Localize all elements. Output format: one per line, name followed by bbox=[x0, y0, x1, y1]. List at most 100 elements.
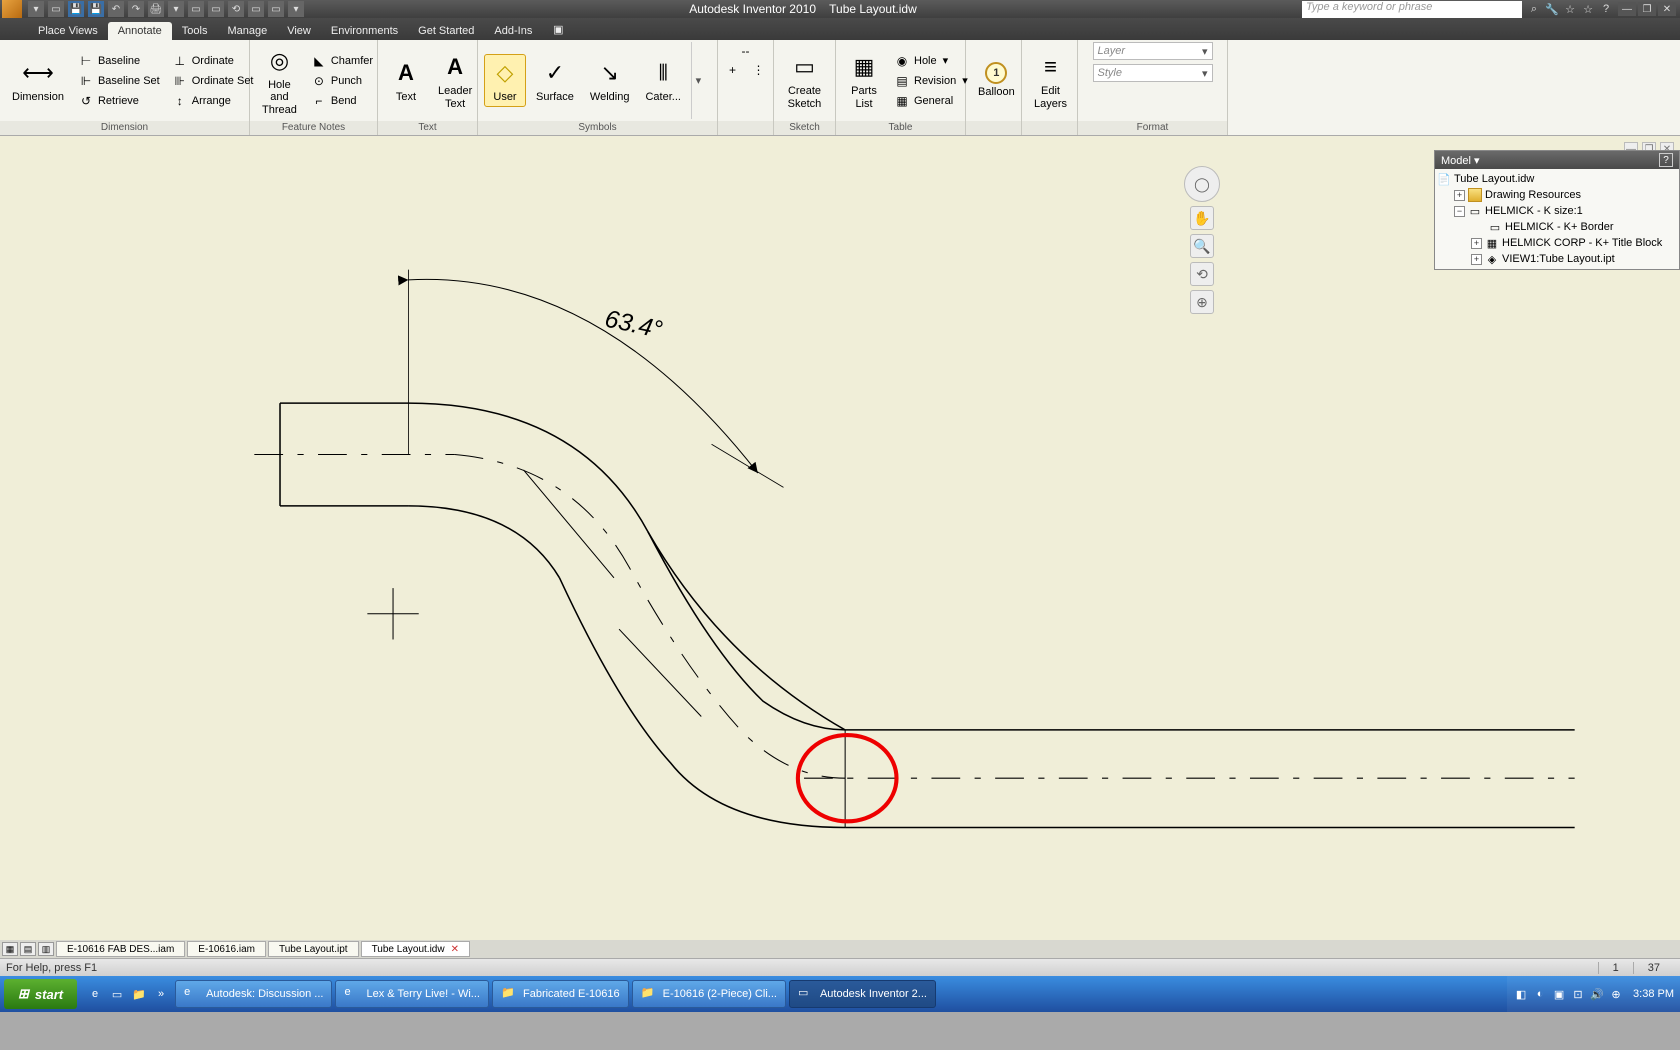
symbols-expand[interactable]: ▾ bbox=[691, 42, 705, 119]
qat-save2-icon[interactable]: 💾 bbox=[88, 1, 104, 17]
ql-desktop-icon[interactable]: ▭ bbox=[107, 982, 127, 1006]
tab-get-started[interactable]: Get Started bbox=[408, 22, 484, 40]
qat-open-icon[interactable]: ▭ bbox=[48, 1, 64, 17]
tray-3-icon[interactable]: ▣ bbox=[1551, 986, 1567, 1002]
tab-tools[interactable]: Tools bbox=[172, 22, 218, 40]
welding-button[interactable]: ↘Welding bbox=[584, 55, 636, 105]
ql-ie-icon[interactable]: e bbox=[85, 982, 105, 1006]
key-icon[interactable]: 🔧 bbox=[1544, 1, 1560, 17]
tray-6-icon[interactable]: ⊕ bbox=[1608, 986, 1624, 1002]
search-input[interactable]: Type a keyword or phrase bbox=[1302, 1, 1522, 18]
tree-drawing-resources[interactable]: Drawing Resources bbox=[1485, 189, 1581, 201]
viewcube-icon[interactable]: ◯ bbox=[1184, 166, 1220, 202]
hole-table-button[interactable]: ◉Hole▾ bbox=[890, 52, 972, 70]
point-button[interactable]: -- bbox=[734, 42, 758, 60]
task-e10616[interactable]: 📁E-10616 (2-Piece) Cli... bbox=[632, 980, 786, 1008]
qat-misc1-icon[interactable]: ▭ bbox=[188, 1, 204, 17]
start-button[interactable]: ⊞start bbox=[4, 979, 77, 1009]
ordinate-button[interactable]: ⊥Ordinate bbox=[168, 52, 258, 70]
create-sketch-button[interactable]: ▭Create Sketch bbox=[780, 49, 829, 111]
ribbon-help-icon[interactable]: ▣ bbox=[550, 21, 566, 37]
tray-2-icon[interactable]: ◐ bbox=[1532, 986, 1548, 1002]
chamfer-button[interactable]: ◣Chamfer bbox=[307, 52, 377, 70]
ordinate-set-button[interactable]: ⊪Ordinate Set bbox=[168, 72, 258, 90]
binoculars-icon[interactable]: ⌕ bbox=[1526, 1, 1542, 17]
model-tree[interactable]: 📄Tube Layout.idw +Drawing Resources −▭HE… bbox=[1435, 169, 1679, 269]
tray-5-icon[interactable]: 🔊 bbox=[1589, 986, 1605, 1002]
close-doc-icon[interactable]: ✕ bbox=[451, 944, 459, 955]
dimension-button[interactable]: ⟷ Dimension bbox=[6, 55, 70, 105]
bend-button[interactable]: ⌐Bend bbox=[307, 92, 377, 110]
edit-layers-button[interactable]: ≡Edit Layers bbox=[1028, 49, 1073, 111]
center-mark-button[interactable]: + bbox=[721, 61, 745, 79]
centerline-button[interactable]: ⋮ bbox=[747, 61, 771, 79]
caterpillar-button[interactable]: ⦀Cater... bbox=[639, 55, 686, 105]
qat-save-icon[interactable]: 💾 bbox=[68, 1, 84, 17]
layer-dropdown[interactable]: Layer bbox=[1093, 42, 1213, 60]
doc-tab-0[interactable]: E-10616 FAB DES...iam bbox=[56, 941, 185, 957]
minimize-button[interactable]: — bbox=[1618, 2, 1636, 16]
tab-manage[interactable]: Manage bbox=[217, 22, 277, 40]
tree-titleblock[interactable]: HELMICK CORP - K+ Title Block bbox=[1502, 237, 1662, 249]
qat-print-icon[interactable]: 🖨 bbox=[148, 1, 164, 17]
baseline-button[interactable]: ⊢Baseline bbox=[74, 52, 164, 70]
view-mode-1[interactable]: ▦ bbox=[2, 942, 18, 956]
tab-add-ins[interactable]: Add-Ins bbox=[484, 22, 542, 40]
task-inventor[interactable]: ▭Autodesk Inventor 2... bbox=[789, 980, 936, 1008]
doc-tab-3[interactable]: Tube Layout.idw✕ bbox=[361, 941, 470, 957]
hole-thread-button[interactable]: ◎ Hole and Thread bbox=[256, 43, 303, 117]
qat-more-icon[interactable]: ▾ bbox=[288, 1, 304, 17]
app-icon[interactable] bbox=[2, 0, 22, 18]
help-icon[interactable]: ? bbox=[1598, 1, 1614, 17]
qat-misc5-icon[interactable]: ▭ bbox=[268, 1, 284, 17]
doc-tab-1[interactable]: E-10616.iam bbox=[187, 941, 266, 957]
user-symbol-button[interactable]: ◇User bbox=[484, 54, 526, 106]
view-mode-2[interactable]: ▤ bbox=[20, 942, 36, 956]
task-lex-terry[interactable]: eLex & Terry Live! - Wi... bbox=[335, 980, 489, 1008]
tray-4-icon[interactable]: ⊡ bbox=[1570, 986, 1586, 1002]
zoom-icon[interactable]: 🔍 bbox=[1190, 234, 1214, 258]
tree-view1[interactable]: VIEW1:Tube Layout.ipt bbox=[1502, 253, 1615, 265]
close-button[interactable]: ✕ bbox=[1658, 2, 1676, 16]
tab-environments[interactable]: Environments bbox=[321, 22, 408, 40]
leader-text-button[interactable]: ALeader Text bbox=[432, 49, 478, 111]
qat-misc4-icon[interactable]: ▭ bbox=[248, 1, 264, 17]
qat-misc3-icon[interactable]: ⟲ bbox=[228, 1, 244, 17]
doc-tab-2[interactable]: Tube Layout.ipt bbox=[268, 941, 359, 957]
task-autodesk-discussion[interactable]: eAutodesk: Discussion ... bbox=[175, 980, 332, 1008]
star2-icon[interactable]: ☆ bbox=[1580, 1, 1596, 17]
qat-redo-icon[interactable]: ↷ bbox=[128, 1, 144, 17]
model-panel-help[interactable]: ? bbox=[1659, 153, 1673, 167]
tray-1-icon[interactable]: ◧ bbox=[1513, 986, 1529, 1002]
ql-explorer-icon[interactable]: 📁 bbox=[129, 982, 149, 1006]
tree-border[interactable]: HELMICK - K+ Border bbox=[1505, 221, 1614, 233]
arrange-button[interactable]: ↕Arrange bbox=[168, 92, 258, 110]
task-fabricated[interactable]: 📁Fabricated E-10616 bbox=[492, 980, 629, 1008]
surface-button[interactable]: ✓Surface bbox=[530, 55, 580, 105]
tab-annotate[interactable]: Annotate bbox=[108, 22, 172, 40]
tab-place-views[interactable]: Place Views bbox=[28, 22, 108, 40]
general-button[interactable]: ▦General bbox=[890, 92, 972, 110]
view-mode-3[interactable]: ▥ bbox=[38, 942, 54, 956]
style-dropdown[interactable]: Style bbox=[1093, 64, 1213, 82]
revision-button[interactable]: ▤Revision▾ bbox=[890, 72, 972, 90]
orbit-icon[interactable]: ⟲ bbox=[1190, 262, 1214, 286]
retrieve-button[interactable]: ↺Retrieve bbox=[74, 92, 164, 110]
parts-list-button[interactable]: ▦Parts List bbox=[842, 49, 886, 111]
balloon-button[interactable]: 1Balloon bbox=[972, 60, 1021, 100]
restore-button[interactable]: ❐ bbox=[1638, 2, 1656, 16]
star-icon[interactable]: ☆ bbox=[1562, 1, 1578, 17]
ql-more-icon[interactable]: » bbox=[151, 982, 171, 1006]
qat-misc2-icon[interactable]: ▭ bbox=[208, 1, 224, 17]
text-button[interactable]: AText bbox=[384, 55, 428, 105]
drawing-canvas[interactable]: — ❐ ✕ bbox=[0, 136, 1680, 958]
qat-undo-icon[interactable]: ↶ bbox=[108, 1, 124, 17]
tab-view[interactable]: View bbox=[277, 22, 321, 40]
pan-icon[interactable]: ✋ bbox=[1190, 206, 1214, 230]
punch-button[interactable]: ⊙Punch bbox=[307, 72, 377, 90]
tree-sheet[interactable]: HELMICK - K size:1 bbox=[1485, 205, 1583, 217]
zoom-all-icon[interactable]: ⊕ bbox=[1190, 290, 1214, 314]
clock[interactable]: 3:38 PM bbox=[1633, 988, 1674, 1000]
qat-new-icon[interactable]: ▾ bbox=[28, 1, 44, 17]
baseline-set-button[interactable]: ⊩Baseline Set bbox=[74, 72, 164, 90]
